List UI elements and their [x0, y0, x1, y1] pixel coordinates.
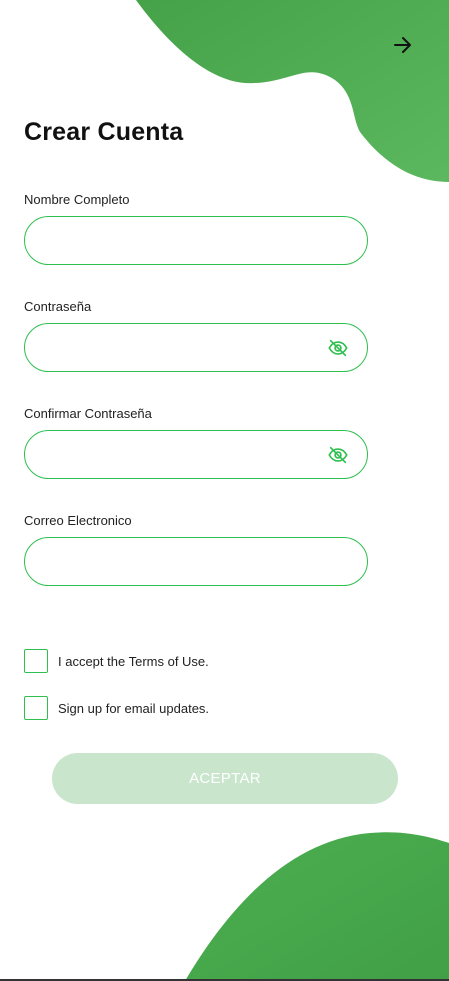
- top-decorative-blob: [136, 0, 449, 182]
- email-input[interactable]: [25, 538, 341, 585]
- terms-label: I accept the Terms of Use.: [58, 653, 209, 669]
- full-name-label: Nombre Completo: [24, 192, 130, 207]
- password-field-container: [24, 323, 368, 372]
- terms-checkbox[interactable]: [24, 649, 48, 673]
- confirm-password-input[interactable]: [25, 431, 341, 478]
- email-field-container: [24, 537, 368, 586]
- password-input[interactable]: [25, 324, 341, 371]
- updates-checkbox[interactable]: [24, 696, 48, 720]
- accept-button[interactable]: ACEPTAR: [52, 753, 398, 804]
- full-name-input[interactable]: [25, 217, 341, 264]
- full-name-field-container: [24, 216, 368, 265]
- email-label: Correo Electronico: [24, 513, 132, 528]
- updates-label: Sign up for email updates.: [58, 700, 210, 716]
- arrow-right-icon[interactable]: [391, 33, 415, 57]
- confirm-password-field-container: [24, 430, 368, 479]
- confirm-password-label: Confirmar Contraseña: [24, 406, 152, 421]
- terms-row: I accept the Terms of Use.: [24, 648, 209, 674]
- eye-off-icon[interactable]: [327, 337, 349, 359]
- password-label: Contraseña: [24, 299, 92, 314]
- bottom-decorative-blob: [185, 832, 449, 981]
- updates-row: Sign up for email updates.: [24, 695, 209, 721]
- page-title: Crear Cuenta: [24, 118, 184, 146]
- eye-off-icon[interactable]: [327, 444, 349, 466]
